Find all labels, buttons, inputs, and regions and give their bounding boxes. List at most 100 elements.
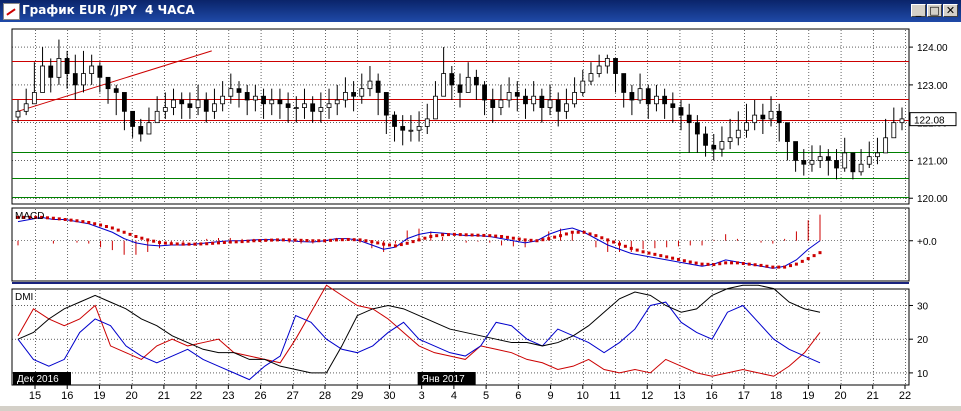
title-bar[interactable]: График EUR /JPY 4 ЧАСА _ □ ✕ [0, 0, 961, 22]
macd-signal-dot [529, 238, 533, 242]
macd-signal-dot [494, 234, 498, 238]
x-tick-label: 11 [609, 390, 620, 402]
candle-bear [694, 122, 700, 135]
candle-bull [228, 88, 234, 97]
candle-bear [613, 58, 618, 74]
macd-signal-dot [93, 222, 97, 226]
price-y-axis: 124.00123.00122.00121.00120.00122.08 [909, 43, 957, 205]
macd-signal-dot [252, 239, 256, 243]
macd-signal-dot [741, 261, 745, 265]
candle-bear [244, 92, 250, 101]
maximize-button[interactable]: □ [927, 4, 942, 17]
macd-signal-dot [812, 254, 816, 258]
month-marker-label: Янв 2017 [422, 374, 466, 385]
macd-signal-dot [641, 250, 645, 254]
x-tick-label: 13 [673, 390, 685, 402]
candle-bear [97, 65, 103, 78]
macd-signal-dot [205, 242, 209, 246]
macd-signal-dot [399, 243, 403, 247]
candle-bear [179, 99, 185, 105]
macd-signal-dot [553, 235, 557, 239]
candle-bull [498, 99, 504, 108]
candle-bull [326, 103, 332, 108]
candle-bull [604, 58, 610, 67]
candle-bear [678, 107, 684, 116]
macd-signal-dot [63, 218, 67, 221]
x-tick-label: 20 [834, 390, 846, 402]
macd-signal-dot [635, 248, 639, 252]
x-tick-label: 5 [483, 390, 489, 402]
minimize-button[interactable]: _ [911, 4, 926, 17]
x-tick-label: 9 [547, 390, 553, 402]
candle-bear [834, 160, 839, 169]
candle-bull [15, 110, 21, 118]
candle-bear [793, 141, 798, 161]
macd-signal-dot [429, 235, 433, 238]
macd-signal-dot [600, 236, 604, 240]
macd-signal-dot [163, 241, 167, 245]
close-button[interactable]: ✕ [943, 4, 958, 17]
price-y-tick-label: 120.00 [917, 194, 948, 205]
candle-bull [31, 92, 37, 105]
x-tick-label: 18 [770, 390, 782, 402]
macd-signal-dot [187, 242, 191, 246]
candle-bull [858, 163, 864, 173]
chart-area: 124.00123.00122.00121.00120.00122.08 MAC… [0, 22, 961, 406]
macd-signal-dot [181, 242, 185, 246]
macd-signal-dot [806, 257, 810, 261]
candle-bull [269, 99, 275, 105]
macd-signal-dot [576, 230, 580, 234]
macd-signal-dot [570, 230, 574, 234]
dmi-y-tick-label: 10 [917, 369, 929, 380]
macd-signal-dot [264, 238, 268, 242]
x-tick-label: 23 [222, 390, 234, 402]
macd-signal-dot [140, 236, 144, 240]
macd-signal-dot [228, 240, 232, 244]
macd-y-axis: +0.0 [909, 237, 937, 248]
candle-bull [899, 118, 905, 124]
macd-signal-dot [393, 244, 397, 248]
candle-bear [514, 92, 520, 97]
candle-bull [212, 103, 217, 112]
candle-bull [433, 95, 438, 120]
macd-signal-dot [287, 238, 291, 242]
candle-bull [23, 103, 29, 112]
macd-signal-dot [612, 240, 616, 244]
candle-bear [236, 88, 242, 93]
x-tick-label: 30 [383, 390, 395, 402]
candle-bear [261, 95, 266, 105]
macd-signal-dot [606, 238, 610, 242]
candle-bear [48, 65, 54, 78]
candle-bear [105, 76, 111, 90]
macd-signal-dot [199, 242, 203, 246]
macd-signal-dot [329, 238, 333, 242]
macd-signal-dot [246, 239, 250, 243]
x-tick-label: 4 [451, 390, 457, 402]
candle-bull [343, 92, 348, 101]
candle-bear [122, 92, 127, 112]
macd-signal-dot [771, 265, 775, 269]
candle-bear [375, 80, 381, 93]
candle-bull [875, 152, 880, 158]
x-tick-label: 22 [899, 390, 911, 402]
macd-signal-dot [653, 252, 657, 256]
candle-bear [130, 110, 135, 127]
x-tick-label: 6 [515, 390, 521, 402]
macd-signal-dot [370, 240, 374, 244]
macd-panel-title: MACD [15, 211, 44, 222]
macd-signal-dot [541, 238, 545, 242]
candle-bear [457, 84, 463, 93]
macd-signal-dot [559, 234, 563, 238]
macd-signal-dot [700, 262, 704, 266]
macd-signal-dot [281, 238, 285, 242]
macd-signal-dot [358, 238, 362, 242]
macd-signal-dot [441, 233, 445, 237]
x-tick-label: 3 [419, 390, 425, 402]
candle-bull [866, 156, 872, 165]
candle-bull [768, 110, 774, 120]
macd-signal-dot [146, 238, 150, 242]
candle-bull [817, 156, 823, 161]
candle-bull [252, 95, 258, 101]
macd-signal-dot [211, 241, 215, 245]
macd-signal-dot [158, 240, 162, 244]
